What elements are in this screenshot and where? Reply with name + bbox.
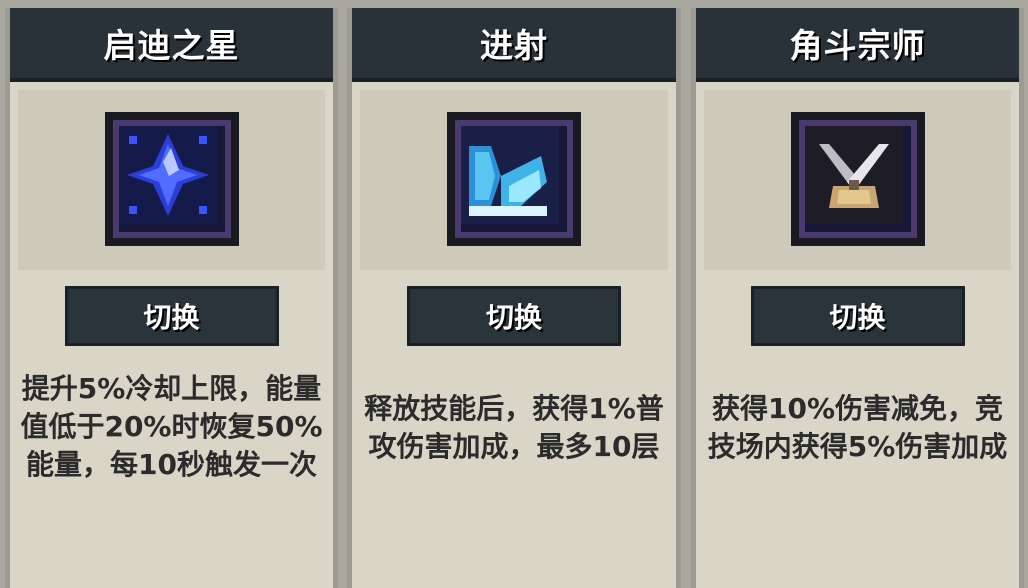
crossed-swords-icon <box>790 112 925 246</box>
card-description: 获得10%伤害减免，竞技场内获得5%伤害加成 <box>707 392 1008 463</box>
icon-well <box>360 90 668 270</box>
card-title: 角斗宗师 <box>789 26 926 65</box>
icon-well <box>18 90 325 270</box>
card-title-bar: 角斗宗师 <box>696 8 1019 82</box>
talent-card-burst: 进射 切换 释放技能后，获得1%普攻伤害加成，最多10层 <box>347 8 681 588</box>
switch-button[interactable]: 切换 <box>407 286 621 346</box>
card-description: 释放技能后，获得1%普攻伤害加成，最多10层 <box>364 392 664 463</box>
switch-button-label: 切换 <box>829 301 886 334</box>
card-title: 进射 <box>480 26 548 65</box>
switch-button[interactable]: 切换 <box>64 286 279 346</box>
card-description: 提升5%冷却上限，能量值低于20%时恢复50%能量，每10秒触发一次 <box>20 372 323 481</box>
card-title-bar: 进射 <box>352 8 676 82</box>
card-title-bar: 启迪之星 <box>10 8 333 82</box>
talent-card-enlightened-star: 启迪之星 切换 提升5%冷却上限，能量值低于20%时恢复50%能量，每10秒触发… <box>5 8 338 588</box>
icon-well <box>704 90 1011 270</box>
switch-button-label: 切换 <box>485 301 542 334</box>
card-title: 启迪之星 <box>103 26 240 65</box>
blue-star-crystal-icon <box>104 112 239 246</box>
cyan-burst-icon <box>447 112 581 246</box>
switch-button-label: 切换 <box>143 301 200 334</box>
talent-card-gladiator-master: 角斗宗师 切换 获得10%伤害减免，竞技场内获得5%伤害加成 <box>691 8 1024 588</box>
switch-button[interactable]: 切换 <box>750 286 965 346</box>
